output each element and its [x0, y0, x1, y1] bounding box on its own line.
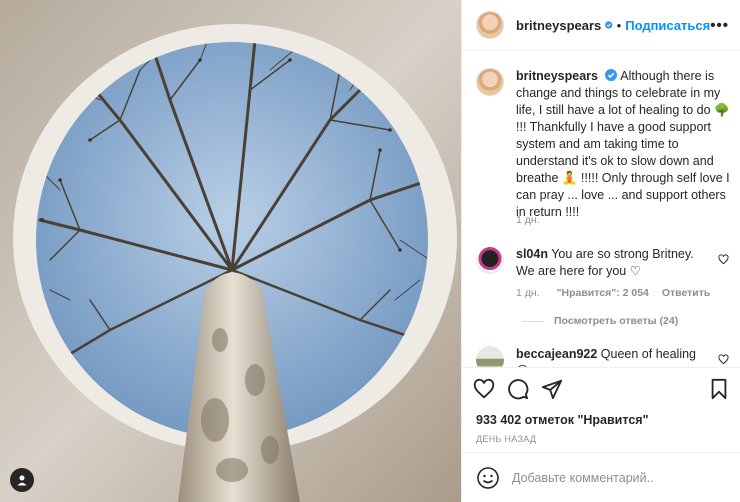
- comment-text: beccajean922 Queen of healing 😢: [516, 346, 712, 367]
- post-panel: britneyspears • Подписаться ••• britneys…: [461, 0, 740, 502]
- caption-username[interactable]: britneyspears: [516, 69, 598, 83]
- author-avatar[interactable]: [476, 11, 504, 39]
- view-replies-label: Посмотреть ответы (24): [554, 315, 679, 327]
- comment-avatar[interactable]: [476, 246, 504, 274]
- comment-like-heart-icon[interactable]: [718, 254, 729, 265]
- comment-meta: 1 дн. "Нравится": 2 054 Ответить: [516, 287, 710, 299]
- comment-likes-count[interactable]: "Нравится": 2 054: [557, 287, 649, 299]
- heart-icon[interactable]: [472, 377, 496, 401]
- comment-avatar[interactable]: [476, 346, 504, 367]
- comment-text: sl04n You are so strong Britney. We are …: [516, 246, 712, 280]
- caption-text: britneyspears Although there is change a…: [516, 68, 731, 221]
- view-replies-button[interactable]: Посмотреть ответы (24): [522, 315, 678, 327]
- post-image[interactable]: [0, 0, 461, 502]
- comment-username[interactable]: beccajean922: [516, 347, 597, 361]
- author-username[interactable]: britneyspears: [516, 18, 601, 33]
- verified-badge-icon: [605, 21, 613, 29]
- add-comment-bar: [462, 452, 740, 502]
- replies-divider: [522, 320, 544, 322]
- comment-username[interactable]: sl04n: [516, 247, 548, 261]
- post-header: britneyspears • Подписаться •••: [462, 0, 740, 51]
- comment-time[interactable]: 1 дн.: [516, 287, 540, 299]
- caption-avatar[interactable]: [476, 68, 504, 96]
- bookmark-icon[interactable]: [707, 377, 731, 401]
- share-icon[interactable]: [540, 377, 564, 401]
- post-timestamp[interactable]: ДЕНЬ НАЗАД: [476, 434, 536, 444]
- tree-photo: [0, 0, 461, 502]
- meditation-emoji: 🧘: [561, 171, 578, 185]
- emoji-icon[interactable]: [476, 466, 500, 490]
- comments-list[interactable]: britneyspears Although there is change a…: [462, 52, 740, 367]
- comment-item: beccajean922 Queen of healing 😢: [476, 346, 731, 367]
- caption: britneyspears Although there is change a…: [476, 68, 731, 221]
- more-options-icon[interactable]: •••: [710, 17, 729, 34]
- caption-time[interactable]: 1 дн.: [516, 214, 540, 226]
- reply-button[interactable]: Ответить: [662, 287, 711, 299]
- comment-input[interactable]: [512, 470, 712, 485]
- comment-like-heart-icon[interactable]: [718, 354, 729, 365]
- verified-badge-icon: [605, 69, 618, 81]
- action-bar: [462, 367, 740, 409]
- header-separator: •: [616, 17, 622, 33]
- follow-button[interactable]: Подписаться: [625, 18, 710, 33]
- tree-emoji: 🌳: [714, 103, 730, 117]
- comment-item: sl04n You are so strong Britney. We are …: [476, 246, 731, 280]
- user-tag-icon[interactable]: [10, 468, 34, 492]
- comment-icon[interactable]: [506, 377, 530, 401]
- likes-count[interactable]: 933 402 отметок "Нравится": [476, 413, 649, 427]
